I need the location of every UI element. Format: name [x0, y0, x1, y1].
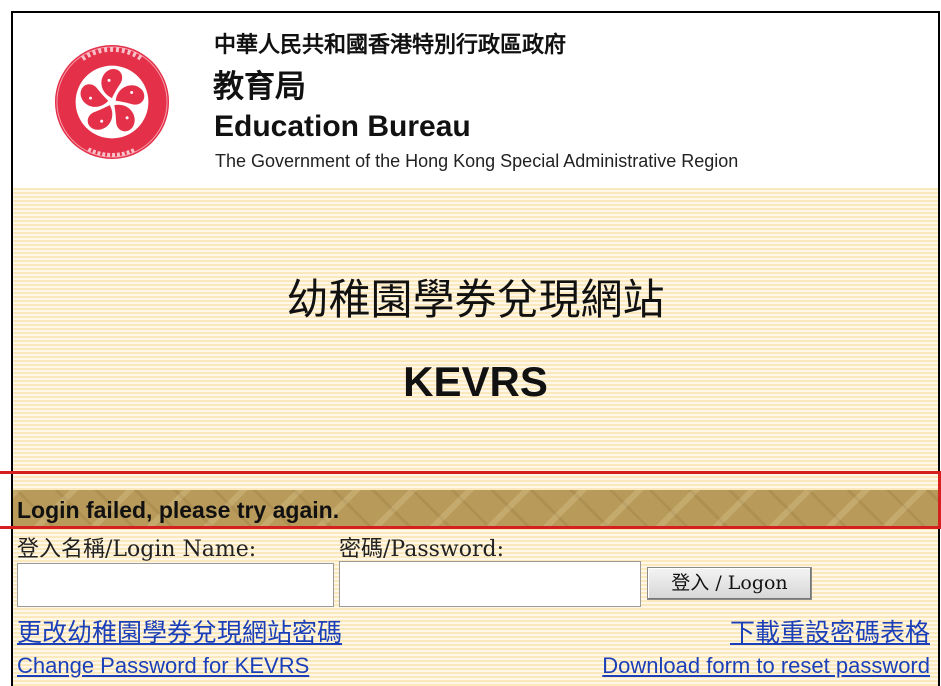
logon-button[interactable]: 登入 / Logon [647, 567, 812, 600]
header: 中華人民共和國香港特別行政區政府 教育局 Education Bureau Th… [13, 13, 938, 188]
site-title-cn: 幼稚園學券兌現網站 [286, 275, 665, 324]
login-name-input[interactable] [17, 563, 334, 607]
bureau-name-en: Education Bureau [214, 110, 471, 143]
striped-background [13, 188, 938, 686]
bureau-name-cn: 教育局 [213, 69, 306, 105]
change-password-link-cn[interactable]: 更改幼稚園學券兌現網站密碼 [17, 613, 342, 649]
site-title-en: KEVRS [403, 358, 548, 405]
change-password-link-en[interactable]: Change Password for KEVRS [17, 653, 309, 679]
government-name-cn: 中華人民共和國香港特別行政區政府 [214, 33, 567, 58]
password-label: 密碼/Password: [339, 537, 505, 562]
password-input[interactable] [339, 561, 641, 607]
download-reset-form-link-cn[interactable]: 下載重設密碼表格 [730, 613, 930, 649]
download-reset-form-link-en[interactable]: Download form to reset password [602, 653, 930, 679]
government-name-en: The Government of the Hong Kong Special … [215, 151, 739, 171]
error-banner: Login failed, please try again. [13, 490, 938, 528]
login-name-label: 登入名稱/Login Name: [17, 537, 257, 562]
hksar-emblem-icon [54, 44, 170, 160]
page-frame: 中華人民共和國香港特別行政區政府 教育局 Education Bureau Th… [11, 11, 940, 686]
error-message: Login failed, please try again. [17, 497, 340, 523]
